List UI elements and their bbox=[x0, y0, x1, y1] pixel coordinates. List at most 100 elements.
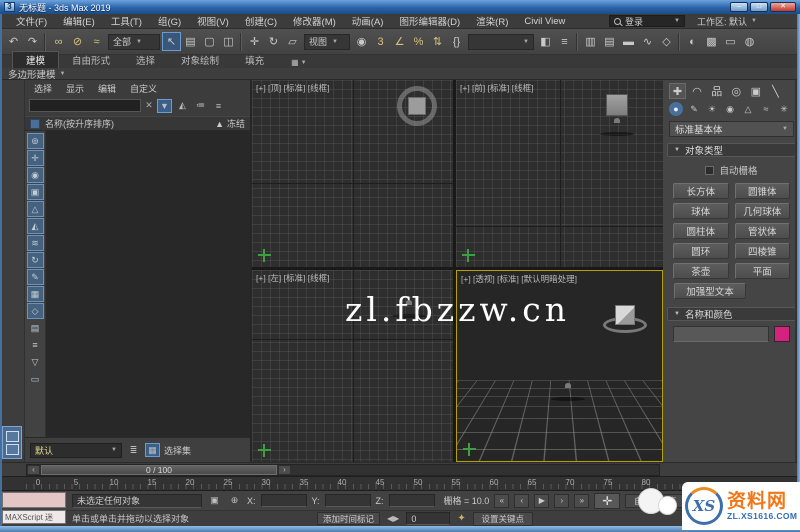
autogrid-checkbox[interactable] bbox=[705, 165, 715, 175]
viewcube-icon[interactable] bbox=[606, 94, 628, 116]
filter-lights-icon[interactable]: ▣ bbox=[26, 184, 44, 200]
scene-object-list[interactable] bbox=[46, 131, 250, 437]
filter-xrefs-icon[interactable]: ✎ bbox=[26, 269, 44, 285]
filter-helpers-icon[interactable]: ◭ bbox=[26, 218, 44, 234]
clear-search-icon[interactable]: ✕ bbox=[144, 100, 154, 111]
motion-tab-icon[interactable]: ◎ bbox=[728, 83, 745, 99]
primitive-category-dropdown[interactable]: 标准基本体 ▼ bbox=[669, 121, 794, 137]
named-selection-sets-dropdown[interactable]: ▼ bbox=[468, 33, 534, 50]
menu-create[interactable]: 创建(C) bbox=[237, 14, 285, 28]
previous-key-button[interactable]: ‹ bbox=[514, 493, 530, 508]
set-keys-button[interactable]: ✛ bbox=[594, 492, 621, 509]
select-by-name-icon[interactable]: ▤ bbox=[181, 32, 200, 51]
next-key-button[interactable]: › bbox=[554, 493, 570, 508]
cameras-icon[interactable]: ◉ bbox=[723, 102, 737, 116]
snap-toggle-icon[interactable]: 3 bbox=[371, 32, 390, 51]
helpers-icon[interactable]: △ bbox=[741, 102, 755, 116]
utilities-tab-icon[interactable]: ╲ bbox=[767, 83, 784, 99]
filter-space-warps-icon[interactable]: ≋ bbox=[26, 235, 44, 251]
viewport-layout-tabs-button[interactable] bbox=[2, 426, 22, 459]
hierarchy-tab-icon[interactable]: 品 bbox=[708, 83, 725, 99]
filter-materials-icon[interactable]: ▤ bbox=[27, 320, 44, 336]
shapes-icon[interactable]: ✎ bbox=[687, 102, 701, 116]
window-crossing-icon[interactable]: ◫ bbox=[219, 32, 238, 51]
absolute-mode-icon[interactable]: ⊕ bbox=[227, 495, 242, 506]
key-filters-icon[interactable]: ✦ bbox=[457, 513, 465, 524]
select-and-rotate-icon[interactable]: ↻ bbox=[264, 32, 283, 51]
explorer-column-header[interactable]: 名称(按升序排序) ▲ 冻结 bbox=[25, 116, 250, 131]
toggle-ribbon-icon[interactable]: ▬ bbox=[619, 32, 638, 51]
toggle-layer-explorer-icon[interactable]: ▤ bbox=[600, 32, 619, 51]
polygon-modeling-panel[interactable]: 多边形建模 ▼ bbox=[0, 68, 800, 81]
tab-modeling[interactable]: 建模 bbox=[12, 51, 60, 68]
selection-lock-icon[interactable]: ▣ bbox=[207, 495, 222, 506]
menu-civil-view[interactable]: Civil View bbox=[516, 16, 573, 27]
undo-icon[interactable]: ↶ bbox=[4, 32, 23, 51]
frozen-column-label[interactable]: 冻结 bbox=[227, 117, 245, 130]
align-icon[interactable]: ≡ bbox=[555, 32, 574, 51]
object-type-rollout[interactable]: ▼ 对象类型 bbox=[667, 143, 796, 157]
sign-in-button[interactable]: 登录 ▼ bbox=[609, 15, 685, 27]
selection-region-icon[interactable]: ▢ bbox=[200, 32, 219, 51]
modify-tab-icon[interactable]: ◠ bbox=[689, 83, 706, 99]
filter-cameras-icon[interactable]: △ bbox=[26, 201, 44, 217]
selection-filter-dropdown[interactable]: 全部 ▼ bbox=[108, 33, 160, 50]
filter-containers-icon[interactable]: ◇ bbox=[26, 303, 44, 319]
filter-frozen-icon[interactable]: ▽ bbox=[27, 354, 44, 370]
y-coordinate-field[interactable] bbox=[324, 494, 371, 507]
explorer-menu-display[interactable]: 显示 bbox=[59, 82, 91, 95]
name-color-rollout[interactable]: ▼ 名称和颜色 bbox=[667, 307, 796, 321]
edit-named-selection-sets-icon[interactable]: {} bbox=[447, 32, 466, 51]
viewcube-icon[interactable] bbox=[397, 86, 437, 126]
unlink-selection-icon[interactable]: ⊘ bbox=[68, 32, 87, 51]
tab-selection[interactable]: 选择 bbox=[123, 52, 168, 68]
select-and-scale-icon[interactable]: ▱ bbox=[283, 32, 302, 51]
spinner-snap-icon[interactable]: ⇅ bbox=[428, 32, 447, 51]
material-editor-icon[interactable]: ◐ bbox=[683, 32, 702, 51]
current-frame-field[interactable]: 0 bbox=[406, 512, 451, 525]
toggle-scene-explorer-icon[interactable]: ▥ bbox=[581, 32, 600, 51]
geosphere-button[interactable]: 几何球体 bbox=[734, 203, 790, 219]
redo-icon[interactable]: ↷ bbox=[23, 32, 42, 51]
angle-snap-icon[interactable]: ∠ bbox=[390, 32, 409, 51]
select-and-link-icon[interactable]: ∞ bbox=[49, 32, 68, 51]
filter-geometry-icon[interactable]: ✛ bbox=[26, 150, 44, 166]
schematic-view-icon[interactable]: ◇ bbox=[657, 32, 676, 51]
filter-groups-icon[interactable]: ↻ bbox=[26, 252, 44, 268]
explorer-menu-customize[interactable]: 自定义 bbox=[123, 82, 164, 95]
display-tab-icon[interactable]: ▣ bbox=[747, 83, 764, 99]
teapot-button[interactable]: 茶壶 bbox=[673, 263, 729, 279]
viewport-front[interactable]: [+] [前] [标准] [线框] bbox=[456, 80, 663, 267]
space-warps-icon[interactable]: ≈ bbox=[759, 102, 773, 116]
sphere-button[interactable]: 球体 bbox=[673, 203, 729, 219]
torus-button[interactable]: 圆环 bbox=[673, 243, 729, 259]
filter-bones-icon[interactable]: ▦ bbox=[26, 286, 44, 302]
add-time-tag-button[interactable]: 添加时间标记 bbox=[317, 512, 381, 525]
rendered-frame-window-icon[interactable]: ▭ bbox=[721, 32, 740, 51]
explorer-menu-select[interactable]: 选择 bbox=[27, 82, 59, 95]
previous-frame-button[interactable]: ‹ bbox=[27, 465, 40, 475]
explorer-menu-edit[interactable]: 编辑 bbox=[91, 82, 123, 95]
select-object-icon[interactable]: ↖ bbox=[162, 32, 181, 51]
menu-graph-editors[interactable]: 图形编辑器(D) bbox=[391, 14, 468, 28]
pyramid-button[interactable]: 四棱锥 bbox=[734, 243, 790, 259]
set-options-icon[interactable]: ≣ bbox=[126, 443, 141, 457]
maximize-button[interactable]: □ bbox=[750, 2, 768, 12]
menu-modifiers[interactable]: 修改器(M) bbox=[285, 14, 344, 28]
set-edit-icon[interactable]: ▦ bbox=[145, 443, 160, 457]
textplus-button[interactable]: 加强型文本 bbox=[674, 283, 746, 299]
search-input[interactable] bbox=[29, 99, 141, 112]
minimize-button[interactable]: – bbox=[730, 2, 748, 12]
create-tab-icon[interactable]: ✚ bbox=[669, 83, 686, 99]
z-coordinate-field[interactable] bbox=[388, 494, 435, 507]
tab-object-paint[interactable]: 对象绘制 bbox=[168, 52, 232, 68]
menu-edit[interactable]: 编辑(E) bbox=[55, 14, 103, 28]
tube-button[interactable]: 管状体 bbox=[734, 223, 790, 239]
filter-hidden-icon[interactable]: ▭ bbox=[27, 371, 44, 387]
viewport-perspective-label[interactable]: [+] [透视] [标准] [默认明暗处理] bbox=[461, 273, 577, 285]
reference-coordinate-dropdown[interactable]: 视图 ▼ bbox=[304, 33, 350, 50]
search-filter-icon[interactable]: ▼ bbox=[157, 98, 172, 113]
filter-layers-icon[interactable]: ≡ bbox=[27, 337, 44, 353]
close-button[interactable]: ✕ bbox=[770, 2, 796, 12]
play-button[interactable]: ▶ bbox=[534, 493, 550, 508]
